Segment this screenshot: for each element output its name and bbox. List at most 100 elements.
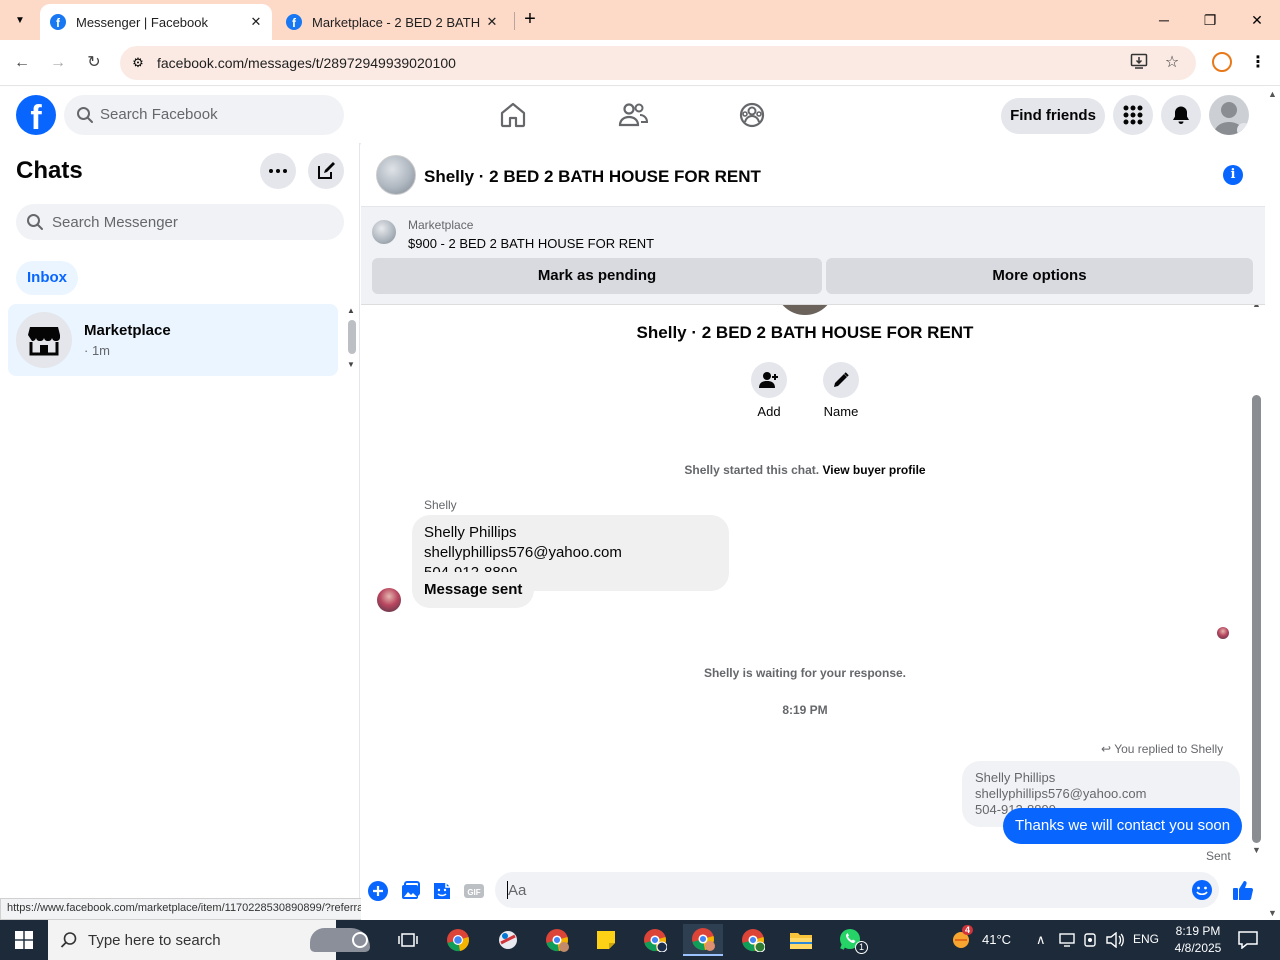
browser-toolbar: ← → ↻ ⚙ facebook.com/messages/t/28972949…: [0, 40, 1280, 86]
sender-avatar[interactable]: [377, 588, 401, 612]
chat-list-scrollbar[interactable]: ▲ ▼: [346, 306, 358, 372]
conversation-header: Shelly · 2 BED 2 BATH HOUSE FOR RENT i: [361, 143, 1265, 207]
chrome-profile-icon[interactable]: [537, 924, 577, 956]
browser-menu-icon[interactable]: ⋮: [1250, 52, 1266, 72]
outgoing-message[interactable]: Thanks we will contact you soon: [1003, 808, 1243, 844]
notifications-bell-icon[interactable]: [1161, 95, 1201, 135]
close-tab-icon[interactable]: ✕: [480, 14, 504, 30]
sticker-icon[interactable]: [431, 880, 453, 902]
thumbs-up-icon[interactable]: [1231, 878, 1255, 902]
snipping-tool-icon[interactable]: [488, 924, 528, 956]
scroll-down-arrow-icon[interactable]: ▼: [347, 360, 355, 369]
back-arrow-icon[interactable]: ←: [9, 50, 35, 76]
location-icon[interactable]: [1083, 932, 1097, 948]
scrollbar-thumb[interactable]: [1252, 395, 1261, 843]
minimize-icon[interactable]: ─: [1152, 8, 1176, 32]
address-bar[interactable]: ⚙ facebook.com/messages/t/28972949939020…: [120, 46, 1196, 80]
pencil-icon[interactable]: [823, 362, 859, 398]
chat-started-text: Shelly started this chat.: [684, 463, 820, 477]
network-icon[interactable]: [1059, 933, 1075, 947]
more-actions-plus-icon[interactable]: [367, 880, 389, 902]
page-scrollbar[interactable]: ▲ ▼: [1265, 87, 1280, 920]
scroll-down-arrow-icon[interactable]: ▼: [1252, 845, 1261, 855]
tab-messenger[interactable]: f Messenger | Facebook ✕: [40, 4, 272, 40]
show-hidden-icons-chevron-icon[interactable]: ∧: [1036, 932, 1046, 948]
close-tab-icon[interactable]: ✕: [244, 14, 268, 30]
gif-icon[interactable]: GIF: [463, 880, 485, 902]
message-line: Message sent: [424, 581, 523, 598]
facebook-search-input[interactable]: Search Facebook: [64, 95, 344, 135]
taskbar-search-box[interactable]: Type here to search: [48, 920, 370, 960]
emoji-icon[interactable]: [1191, 879, 1213, 901]
chrome-icon[interactable]: [438, 924, 478, 956]
temperature-label[interactable]: 41°C: [982, 932, 1011, 947]
reload-icon[interactable]: ↻: [81, 50, 107, 76]
listing-thumbnail[interactable]: [372, 220, 396, 244]
close-window-icon[interactable]: ✕: [1245, 8, 1269, 32]
new-message-button[interactable]: [308, 153, 344, 189]
facebook-logo[interactable]: f: [16, 95, 56, 135]
bookmark-star-icon[interactable]: ☆: [1161, 52, 1183, 74]
messenger-search-input[interactable]: Search Messenger: [16, 204, 344, 240]
notification-center-icon[interactable]: [1238, 931, 1258, 949]
attach-photo-icon[interactable]: [399, 880, 421, 902]
site-info-tune-icon[interactable]: ⚙: [128, 53, 148, 73]
marketplace-listing-banner: Marketplace $900 - 2 BED 2 BATH HOUSE FO…: [361, 207, 1265, 305]
scroll-up-arrow-icon[interactable]: ▲: [347, 306, 355, 315]
sent-status: Sent: [1206, 849, 1231, 863]
file-explorer-icon[interactable]: [781, 924, 821, 956]
scroll-up-arrow-icon[interactable]: ▲: [1268, 89, 1277, 99]
whatsapp-icon[interactable]: 1: [831, 924, 871, 956]
account-avatar[interactable]: ⌄: [1209, 95, 1249, 135]
view-buyer-profile-link[interactable]: View buyer profile: [822, 463, 925, 477]
weather-icon[interactable]: 4: [950, 925, 974, 950]
tab-marketplace[interactable]: f Marketplace - 2 BED 2 BATH HC ✕: [276, 4, 508, 40]
conversation-title[interactable]: Shelly · 2 BED 2 BATH HOUSE FOR RENT: [424, 167, 761, 187]
find-friends-button[interactable]: Find friends: [1001, 98, 1105, 134]
system-clock[interactable]: 8:19 PM 4/8/2025: [1170, 923, 1226, 957]
groups-icon[interactable]: [734, 97, 770, 133]
chrome-profile-icon[interactable]: [733, 924, 773, 956]
chrome-profile-active-icon[interactable]: [683, 924, 723, 956]
new-tab-plus-icon[interactable]: +: [520, 8, 540, 32]
friends-icon[interactable]: [615, 97, 651, 133]
inbox-filter-tab[interactable]: Inbox: [16, 261, 78, 295]
chrome-profile-icon[interactable]: [635, 924, 675, 956]
browser-profile-icon[interactable]: [1212, 52, 1232, 72]
home-icon[interactable]: [495, 97, 531, 133]
conversation-photo[interactable]: [376, 155, 416, 195]
scrollbar-thumb[interactable]: [348, 320, 356, 354]
account-chevron-icon[interactable]: ⌄: [1237, 123, 1249, 135]
forward-arrow-icon[interactable]: →: [45, 50, 71, 76]
listing-source-label: Marketplace: [408, 218, 474, 232]
thread-scrollbar[interactable]: ▲ ▼: [1249, 305, 1265, 870]
menu-grid-icon[interactable]: [1113, 95, 1153, 135]
url-text[interactable]: facebook.com/messages/t/2897294993902010…: [157, 55, 456, 71]
volume-icon[interactable]: [1106, 932, 1124, 948]
add-action[interactable]: Add: [739, 362, 799, 419]
message-input[interactable]: Aa: [495, 872, 1219, 908]
conversation-info-icon[interactable]: i: [1223, 165, 1243, 185]
scroll-up-arrow-icon[interactable]: ▲: [1252, 305, 1261, 309]
chat-options-button[interactable]: [260, 153, 296, 189]
cortana-circle-icon[interactable]: [340, 924, 380, 956]
install-app-icon[interactable]: [1128, 52, 1150, 74]
task-view-icon[interactable]: [388, 924, 428, 956]
mark-as-pending-button[interactable]: Mark as pending: [372, 258, 822, 294]
windows-start-icon[interactable]: [0, 920, 48, 960]
input-language[interactable]: ENG: [1133, 932, 1159, 946]
tab-search-chevron-icon[interactable]: ▼: [8, 8, 32, 32]
restore-icon[interactable]: ❐: [1198, 8, 1222, 32]
listing-price-title[interactable]: $900 - 2 BED 2 BATH HOUSE FOR RENT: [408, 236, 654, 251]
scroll-down-arrow-icon[interactable]: ▼: [1268, 908, 1277, 918]
sticky-notes-icon[interactable]: [586, 924, 626, 956]
more-options-button[interactable]: More options: [826, 258, 1253, 294]
quoted-line: Shelly Phillips shellyphillips576@yahoo.…: [975, 770, 1147, 801]
name-action[interactable]: Name: [811, 362, 871, 419]
add-label: Add: [757, 404, 781, 419]
chat-list-item[interactable]: Marketplace · 1m: [8, 304, 338, 376]
svg-text:GIF: GIF: [467, 888, 480, 897]
message-composer: GIF Aa: [361, 870, 1265, 920]
incoming-message[interactable]: Message sent: [412, 572, 535, 608]
add-person-icon[interactable]: [751, 362, 787, 398]
